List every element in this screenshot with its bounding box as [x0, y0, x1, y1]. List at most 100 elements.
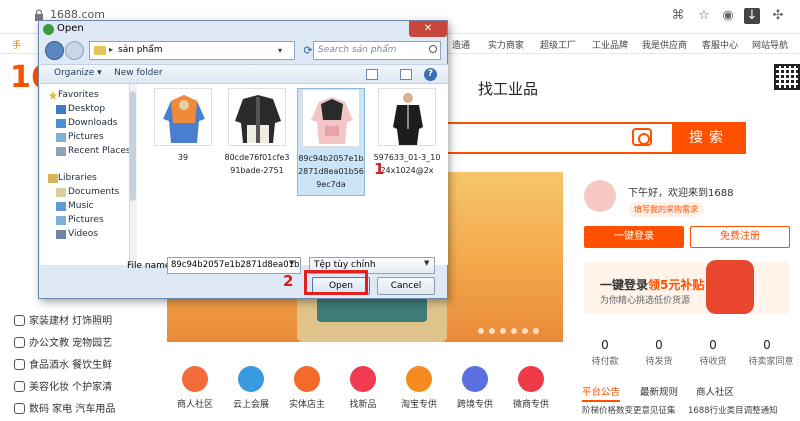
path-segment[interactable]: sản phẩm: [118, 45, 162, 55]
chevron-down-icon[interactable]: ▼: [289, 259, 294, 267]
help-icon[interactable]: ?: [424, 68, 437, 81]
notice-link[interactable]: 1688行业类目调整通知: [688, 404, 778, 416]
order-count-label[interactable]: 待卖家同意: [742, 354, 800, 367]
order-count-label[interactable]: 待收货: [688, 354, 738, 367]
shortcut-item[interactable]: 淘宝专供: [393, 366, 445, 410]
industrial-goods-title[interactable]: 找工业品: [478, 78, 538, 99]
preview-pane-icon[interactable]: [400, 69, 412, 80]
nav-item-documents[interactable]: Documents: [68, 187, 119, 197]
register-button[interactable]: 免费注册: [690, 226, 790, 248]
search-icon: [429, 45, 437, 53]
nav-item-favorites[interactable]: Favorites: [58, 90, 99, 100]
open-file-dialog: Open ✕ ▸ sản phẩm ▾ ⟳ Search sản phẩm Or…: [38, 20, 448, 299]
new-folder-button[interactable]: New folder: [114, 68, 163, 78]
nav-item-downloads[interactable]: Downloads: [68, 118, 117, 128]
shortcut-item[interactable]: 跨境专供: [449, 366, 501, 410]
desktop-icon: [56, 105, 66, 114]
category-item[interactable]: 办公文教 宠物园艺: [14, 334, 112, 349]
shortcut-item[interactable]: 微商专供: [505, 366, 557, 410]
banner-dot[interactable]: [500, 328, 506, 334]
order-count[interactable]: 0: [634, 338, 684, 352]
close-button[interactable]: ✕: [409, 21, 447, 37]
star-icon[interactable]: ☆: [696, 8, 712, 24]
shortcut-item[interactable]: 找新品: [337, 366, 389, 410]
one-click-login-button[interactable]: 一键登录: [584, 226, 684, 248]
bookmark-item[interactable]: 超级工厂: [540, 38, 576, 51]
notice-tab[interactable]: 平台公告: [582, 384, 621, 402]
notice-tab[interactable]: 商人社区: [696, 384, 734, 398]
address-path[interactable]: ▸ sản phẩm: [89, 41, 295, 60]
banner-dot[interactable]: [511, 328, 517, 334]
banner-dot[interactable]: [478, 328, 484, 334]
file-thumbnail: [228, 88, 286, 146]
file-thumbnail: [378, 88, 436, 146]
file-name: 39: [177, 153, 189, 162]
order-count[interactable]: 0: [688, 338, 738, 352]
shortcut-item[interactable]: 商人社区: [169, 366, 221, 410]
forward-button[interactable]: [65, 41, 84, 60]
file-item-selected[interactable]: 89c94b2057e1b2871d8ea01b569ec7da: [297, 88, 365, 196]
translate-icon[interactable]: ⌘: [670, 8, 686, 24]
organize-button[interactable]: Organize ▾: [54, 68, 102, 78]
plane-icon: [462, 366, 488, 392]
greeting-text: 下午好，欢迎来到1688: [628, 188, 734, 199]
chevron-right-icon: ▸: [109, 45, 114, 54]
shield-icon[interactable]: ◉: [720, 8, 736, 24]
order-count[interactable]: 0: [580, 338, 630, 352]
banner-dot[interactable]: [522, 328, 528, 334]
nav-item-videos[interactable]: Videos: [68, 229, 98, 239]
search-files-input[interactable]: Search sản phẩm: [313, 41, 441, 60]
file-item[interactable]: 80cde76f01cfe391bade-2751: [223, 88, 291, 180]
mascot-icon: [706, 260, 754, 314]
category-item[interactable]: 家装建材 灯饰照明: [14, 312, 112, 327]
bookmark-item[interactable]: 实力商家: [488, 38, 524, 51]
order-count-label[interactable]: 待发货: [634, 354, 684, 367]
file-name-input[interactable]: 89c94b2057e1b2871d8ea01b569ec7: [167, 257, 301, 274]
shortcut-item[interactable]: 云上会展: [225, 366, 277, 410]
wechat-shop-icon: [518, 366, 544, 392]
star-icon: [48, 91, 58, 100]
jacket-image: [235, 95, 281, 143]
cancel-button[interactable]: Cancel: [377, 277, 435, 295]
chevron-down-icon[interactable]: ▾: [273, 43, 287, 58]
bookmark-item[interactable]: 我是供应商: [642, 38, 687, 51]
bookmark-item[interactable]: 客服中心: [702, 38, 738, 51]
nav-item-pictures-library[interactable]: Pictures: [68, 215, 104, 225]
order-count-label[interactable]: 待付款: [580, 354, 630, 367]
order-count[interactable]: 0: [742, 338, 792, 352]
extensions-icon[interactable]: ✣: [770, 8, 786, 24]
bookmark-item[interactable]: 工业品牌: [592, 38, 628, 51]
bookmark-item[interactable]: 手: [12, 38, 21, 51]
nav-item-recent-places[interactable]: Recent Places: [68, 146, 131, 156]
banner-dot[interactable]: [489, 328, 495, 334]
category-item[interactable]: 美容化妆 个护家清: [14, 378, 112, 393]
notice-link[interactable]: 阶梯价格数变更意见征集: [582, 404, 676, 416]
nav-scrollbar-thumb[interactable]: [130, 91, 136, 201]
site-search-button[interactable]: 搜索: [672, 122, 746, 154]
dialog-toolbar: Organize ▾ New folder ?: [40, 64, 448, 84]
pink-hoodie-image: [311, 97, 353, 144]
bookmark-item[interactable]: 网站导航: [752, 38, 788, 51]
banner-dot[interactable]: [533, 328, 539, 334]
category-item[interactable]: 食品酒水 餐饮生鲜: [14, 356, 112, 371]
back-button[interactable]: [45, 41, 64, 60]
camera-icon[interactable]: [632, 128, 652, 146]
nav-item-libraries[interactable]: Libraries: [58, 173, 97, 183]
pictures-icon: [56, 133, 66, 142]
view-options-icon[interactable]: [366, 69, 378, 80]
purchase-need-link[interactable]: 填写我的采购需求: [628, 202, 704, 217]
folder-icon: [94, 46, 106, 55]
file-item[interactable]: 39: [149, 88, 217, 180]
nav-item-music[interactable]: Music: [68, 201, 94, 211]
nav-item-pictures[interactable]: Pictures: [68, 132, 104, 142]
shortcut-item[interactable]: 实体店主: [281, 366, 333, 410]
category-item[interactable]: 数码 家电 汽车用品: [14, 400, 115, 415]
avatar: [584, 180, 616, 212]
download-icon[interactable]: ↓: [744, 8, 760, 24]
chevron-down-icon[interactable]: ▼: [424, 259, 429, 267]
bookmark-item[interactable]: 造通: [452, 38, 470, 51]
community-icon: [182, 366, 208, 392]
notice-tab[interactable]: 最新规则: [640, 384, 678, 398]
nav-item-desktop[interactable]: Desktop: [68, 104, 105, 114]
file-list: 39 80cde76f01cfe391bade-2751 89c94b2057e…: [137, 84, 448, 265]
